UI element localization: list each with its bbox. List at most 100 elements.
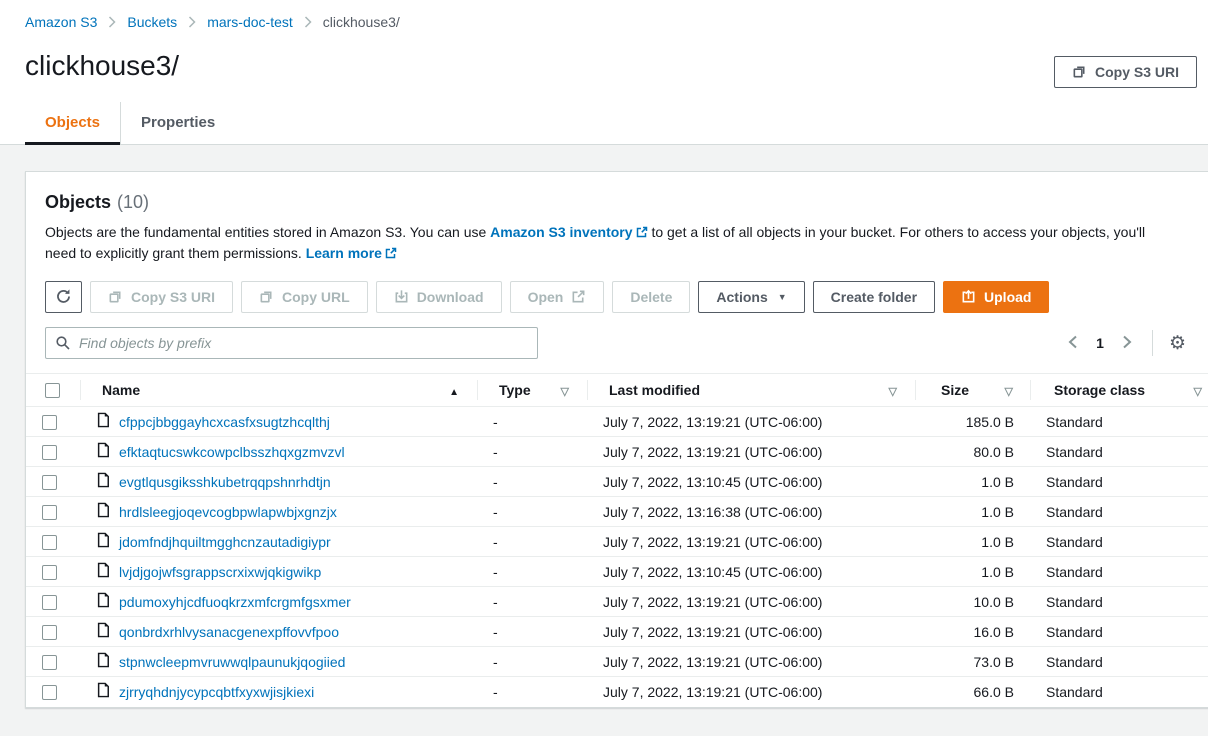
breadcrumb-buckets[interactable]: Buckets (127, 14, 177, 30)
upload-label: Upload (984, 290, 1031, 304)
object-size: 73.0 B (915, 647, 1030, 677)
object-last-modified: July 7, 2022, 13:10:45 (UTC-06:00) (587, 467, 915, 497)
refresh-button[interactable] (45, 281, 82, 313)
object-type: - (477, 677, 587, 707)
column-header-storage-class[interactable]: Storage class (1054, 382, 1145, 398)
tab-properties[interactable]: Properties (120, 102, 235, 144)
breadcrumb-amazon-s3[interactable]: Amazon S3 (25, 14, 97, 30)
object-name-link[interactable]: jdomfndjhquiltmgghcnzautadigiypr (119, 534, 331, 550)
row-checkbox[interactable] (42, 535, 57, 550)
table-row: pdumoxyhjcdfuoqkrzxmfcrgmfgsxmer - July … (26, 587, 1208, 617)
external-link-icon (571, 289, 586, 306)
previous-page-button[interactable] (1060, 331, 1086, 356)
chevron-left-icon (1068, 335, 1078, 352)
row-checkbox[interactable] (42, 415, 57, 430)
copy-s3-uri-label: Copy S3 URI (131, 290, 215, 304)
column-header-type[interactable]: Type (499, 382, 531, 398)
find-objects-input[interactable] (45, 327, 538, 359)
object-storage-class: Standard (1030, 527, 1208, 557)
delete-button[interactable]: Delete (612, 281, 690, 313)
object-name-link[interactable]: evgtlqusgiksshkubetrqqpshnrhdtjn (119, 474, 331, 490)
row-checkbox[interactable] (42, 565, 57, 580)
object-size: 1.0 B (915, 497, 1030, 527)
object-type: - (477, 497, 587, 527)
copy-s3-uri-header-button[interactable]: Copy S3 URI (1054, 56, 1197, 88)
copy-s3-uri-header-label: Copy S3 URI (1095, 65, 1179, 79)
table-row: zjrryqhdnjycypcqbtfxyxwjisjkiexi - July … (26, 677, 1208, 707)
external-link-icon (636, 223, 648, 243)
row-checkbox[interactable] (42, 595, 57, 610)
object-name-link[interactable]: lvjdjgojwfsgrappscrxixwjqkigwikp (119, 564, 321, 580)
copy-s3-uri-button[interactable]: Copy S3 URI (90, 281, 233, 313)
file-icon (96, 442, 110, 461)
sort-icon[interactable] (1194, 382, 1202, 398)
row-checkbox[interactable] (42, 505, 57, 520)
object-name-link[interactable]: zjrryqhdnjycypcqbtfxyxwjisjkiexi (119, 684, 314, 700)
object-last-modified: July 7, 2022, 13:19:21 (UTC-06:00) (587, 617, 915, 647)
object-last-modified: July 7, 2022, 13:10:45 (UTC-06:00) (587, 557, 915, 587)
object-size: 1.0 B (915, 557, 1030, 587)
row-checkbox[interactable] (42, 475, 57, 490)
object-type: - (477, 647, 587, 677)
objects-toolbar: Copy S3 URI Copy URL Download Open Delet… (45, 281, 1194, 313)
copy-url-button[interactable]: Copy URL (241, 281, 368, 313)
object-size: 185.0 B (915, 407, 1030, 437)
object-name-link[interactable]: hrdlsleegjoqevcogbpwlapwbjxgnzjx (119, 504, 337, 520)
table-row: lvjdjgojwfsgrappscrxixwjqkigwikp - July … (26, 557, 1208, 587)
open-button[interactable]: Open (510, 281, 605, 313)
objects-table: Name Type Last modified Size Storage cla… (26, 373, 1208, 707)
object-storage-class: Standard (1030, 557, 1208, 587)
sort-ascending-icon[interactable] (449, 382, 459, 398)
external-link-icon (385, 244, 397, 264)
object-storage-class: Standard (1030, 407, 1208, 437)
breadcrumb-bucket-name[interactable]: mars-doc-test (207, 14, 293, 30)
object-name-link[interactable]: efktaqtucswkcowpclbsszhqxgzmvzvl (119, 444, 345, 460)
upload-button[interactable]: Upload (943, 281, 1049, 313)
tab-objects[interactable]: Objects (25, 102, 120, 144)
create-folder-button[interactable]: Create folder (813, 281, 935, 313)
object-type: - (477, 527, 587, 557)
object-storage-class: Standard (1030, 677, 1208, 707)
objects-description: Objects are the fundamental entities sto… (45, 222, 1175, 264)
preferences-gear-button[interactable] (1165, 332, 1190, 355)
column-header-size[interactable]: Size (941, 382, 969, 398)
object-last-modified: July 7, 2022, 13:19:21 (UTC-06:00) (587, 437, 915, 467)
pagination-divider (1152, 330, 1153, 356)
next-page-button[interactable] (1114, 331, 1140, 356)
search-icon (55, 335, 71, 356)
object-last-modified: July 7, 2022, 13:19:21 (UTC-06:00) (587, 407, 915, 437)
objects-panel-heading: Objects (10) (45, 192, 1194, 213)
column-header-name[interactable]: Name (102, 382, 140, 398)
file-icon (96, 562, 110, 581)
object-size: 66.0 B (915, 677, 1030, 707)
object-name-link[interactable]: pdumoxyhjcdfuoqkrzxmfcrgmfgsxmer (119, 594, 351, 610)
row-checkbox[interactable] (42, 625, 57, 640)
amazon-s3-inventory-link[interactable]: Amazon S3 inventory (490, 224, 632, 240)
object-name-link[interactable]: cfppcjbbggayhcxcasfxsugtzhcqlthj (119, 414, 330, 430)
learn-more-link[interactable]: Learn more (306, 245, 382, 261)
breadcrumb-current-folder: clickhouse3/ (323, 14, 400, 30)
create-folder-label: Create folder (831, 290, 917, 304)
table-row: hrdlsleegjoqevcogbpwlapwbjxgnzjx - July … (26, 497, 1208, 527)
column-header-last-modified[interactable]: Last modified (609, 382, 700, 398)
select-all-checkbox[interactable] (45, 383, 60, 398)
object-name-link[interactable]: qonbrdxrhlvysanacgenexpffovvfpoo (119, 624, 339, 640)
sort-icon[interactable] (1005, 382, 1013, 398)
chevron-right-icon (108, 16, 116, 28)
row-checkbox[interactable] (42, 445, 57, 460)
object-name-link[interactable]: stpnwcleepmvruwwqlpaunukjqogiied (119, 654, 345, 670)
download-button[interactable]: Download (376, 281, 502, 313)
sort-icon[interactable] (561, 382, 569, 398)
file-icon (96, 592, 110, 611)
sort-icon[interactable] (889, 382, 897, 398)
object-storage-class: Standard (1030, 437, 1208, 467)
row-checkbox[interactable] (42, 685, 57, 700)
object-type: - (477, 467, 587, 497)
current-page-number: 1 (1086, 335, 1114, 351)
chevron-right-icon (1122, 335, 1132, 352)
object-storage-class: Standard (1030, 497, 1208, 527)
object-size: 1.0 B (915, 527, 1030, 557)
actions-dropdown-button[interactable]: Actions (698, 281, 804, 313)
actions-label: Actions (716, 290, 767, 304)
row-checkbox[interactable] (42, 655, 57, 670)
